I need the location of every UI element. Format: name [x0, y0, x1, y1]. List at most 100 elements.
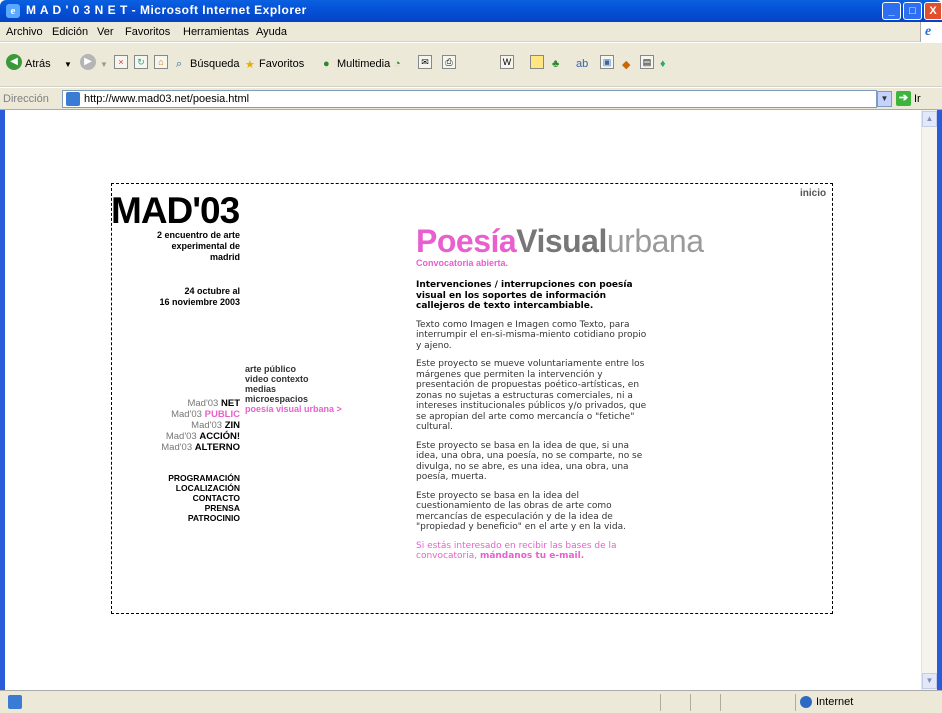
nav-prefix: Mad'03: [187, 398, 221, 409]
window-left-border: [0, 110, 5, 690]
tool-icon-3[interactable]: ▤: [640, 55, 654, 69]
address-label: Dirección: [3, 93, 49, 105]
internet-globe-icon: [800, 696, 812, 708]
menu-edicion[interactable]: Edición: [52, 26, 88, 38]
nav-mad-accion[interactable]: Mad'03 ACCIÓN!: [161, 431, 240, 442]
scroll-down-icon[interactable]: ▼: [922, 673, 937, 689]
nav-label: PUBLIC: [204, 409, 240, 420]
ie-throbber-icon: e: [920, 22, 942, 42]
forward-dropdown-icon[interactable]: ▼: [100, 60, 108, 69]
section-medias[interactable]: medias: [245, 384, 342, 394]
go-arrow-icon[interactable]: ➔: [896, 91, 911, 106]
window-right-border: [937, 110, 942, 690]
title-visual: Visual: [516, 223, 607, 259]
tool-icon-1[interactable]: ▣: [600, 55, 614, 69]
tool-icon-4[interactable]: ♦: [660, 58, 666, 70]
address-input[interactable]: http://www.mad03.net/poesia.html: [62, 90, 877, 108]
menu-archivo[interactable]: Archivo: [6, 26, 43, 38]
address-bar: Dirección http://www.mad03.net/poesia.ht…: [0, 88, 942, 110]
back-dropdown-icon[interactable]: ▼: [64, 60, 72, 69]
nav-prefix: Mad'03: [171, 409, 205, 420]
discuss-icon[interactable]: [530, 55, 544, 69]
nav-prefix: Mad'03: [191, 420, 225, 431]
menu-favoritos[interactable]: Favoritos: [125, 26, 170, 38]
search-icon[interactable]: ⌕: [176, 58, 182, 71]
standard-toolbar: ◀ Atrás ▼ ▶ ▼ × ↻ ⌂ ⌕ Búsqueda ★ Favorit…: [0, 43, 942, 87]
maximize-button[interactable]: □: [903, 2, 922, 20]
section-microespacios[interactable]: microespacios: [245, 394, 342, 404]
menu-prensa[interactable]: PRENSA: [168, 503, 240, 513]
page-icon: [66, 92, 80, 106]
security-zone: Internet: [816, 696, 854, 708]
event-description-line: 2 encuentro de arte: [156, 230, 240, 240]
search-button[interactable]: Búsqueda: [190, 58, 240, 70]
window-title: M A D ' 0 3 N E T - Microsoft Internet E…: [26, 3, 307, 17]
nav-label: ZIN: [224, 420, 240, 431]
event-description-line: madrid: [209, 252, 240, 262]
address-dropdown-icon[interactable]: ▼: [877, 91, 892, 107]
nav-prefix: Mad'03: [161, 442, 195, 453]
event-dates-line: 16 noviembre 2003: [159, 297, 240, 307]
menu-ver[interactable]: Ver: [97, 26, 114, 38]
favorites-star-icon[interactable]: ★: [245, 58, 255, 71]
go-button[interactable]: Ir: [914, 93, 921, 105]
event-dates-line: 24 octubre al: [184, 286, 240, 296]
info-menu: PROGRAMACIÓN LOCALIZACIÓN CONTACTO PRENS…: [168, 473, 240, 523]
nav-mad-net[interactable]: Mad'03 NET: [161, 398, 240, 409]
edit-word-icon[interactable]: W: [500, 55, 514, 69]
minimize-button[interactable]: _: [882, 2, 901, 20]
refresh-icon[interactable]: ↻: [134, 55, 148, 69]
mad03-logo[interactable]: MAD'03: [111, 190, 240, 232]
lead-paragraph: Intervenciones / interrupciones con poes…: [416, 280, 633, 311]
media-icon[interactable]: ●: [323, 58, 330, 70]
event-description-line: experimental de: [171, 241, 240, 251]
home-icon[interactable]: ⌂: [154, 55, 168, 69]
email-link[interactable]: mándanos tu e-mail.: [480, 551, 584, 561]
section-video-contexto[interactable]: video contexto: [245, 374, 342, 384]
nav-label: NET: [221, 398, 240, 409]
window-titlebar[interactable]: e M A D ' 0 3 N E T - Microsoft Internet…: [0, 0, 942, 22]
nav-mad-public[interactable]: Mad'03 PUBLIC: [161, 409, 240, 420]
status-divider: [690, 694, 691, 711]
body-paragraph: Este proyecto se basa en la idea del cue…: [416, 490, 626, 533]
ie-logo-icon: e: [6, 4, 20, 18]
menu-ayuda[interactable]: Ayuda: [256, 26, 287, 38]
body-paragraph: Texto como Imagen e Imagen como Texto, p…: [416, 319, 647, 351]
address-url[interactable]: http://www.mad03.net/poesia.html: [84, 93, 249, 105]
body-paragraph: Este proyecto se mueve voluntariamente e…: [416, 359, 647, 432]
vertical-scrollbar[interactable]: [921, 110, 937, 690]
print-icon[interactable]: ⎙: [442, 55, 456, 69]
back-arrow-icon[interactable]: ◀: [6, 54, 22, 70]
tool-icon-2[interactable]: ◆: [622, 58, 630, 71]
scroll-up-icon[interactable]: ▲: [922, 111, 937, 127]
research-icon[interactable]: ab: [576, 58, 588, 70]
convocatoria-label: Convocatoria abierta.: [416, 258, 509, 268]
contact-paragraph: Si estás interesado en recibir las bases…: [416, 541, 651, 562]
menu-localizacion[interactable]: LOCALIZACIÓN: [168, 483, 240, 493]
status-bar: Internet: [0, 690, 942, 713]
menu-contacto[interactable]: CONTACTO: [168, 493, 240, 503]
media-button[interactable]: Multimedia: [337, 58, 390, 70]
article-body: Intervenciones / interrupciones con poes…: [416, 280, 651, 570]
nav-label: ACCIÓN!: [199, 431, 240, 442]
page-status-icon: [8, 695, 22, 709]
title-poesia: Poesía: [416, 223, 517, 259]
forward-arrow-icon[interactable]: ▶: [80, 54, 96, 70]
mail-icon[interactable]: ✉: [418, 55, 432, 69]
menu-patrocinio[interactable]: PATROCINIO: [168, 513, 240, 523]
history-icon[interactable]: ◔: [394, 58, 401, 70]
back-button[interactable]: Atrás: [25, 58, 51, 70]
section-arte-publico[interactable]: arte público: [245, 364, 342, 374]
section-poesia-visual-urbana[interactable]: poesía visual urbana >: [245, 404, 342, 414]
event-dates: 24 octubre al 16 noviembre 2003: [159, 286, 240, 308]
menu-herramientas[interactable]: Herramientas: [183, 26, 249, 38]
close-button[interactable]: X: [924, 2, 942, 20]
menu-programacion[interactable]: PROGRAMACIÓN: [168, 473, 240, 483]
nav-mad-alterno[interactable]: Mad'03 ALTERNO: [161, 442, 240, 453]
messenger-icon[interactable]: ♣: [552, 58, 559, 70]
title-urbana: urbana: [606, 223, 704, 259]
favorites-button[interactable]: Favoritos: [259, 58, 304, 70]
nav-mad-zin[interactable]: Mad'03 ZIN: [161, 420, 240, 431]
inicio-link[interactable]: inicio: [800, 188, 826, 199]
stop-icon[interactable]: ×: [114, 55, 128, 69]
